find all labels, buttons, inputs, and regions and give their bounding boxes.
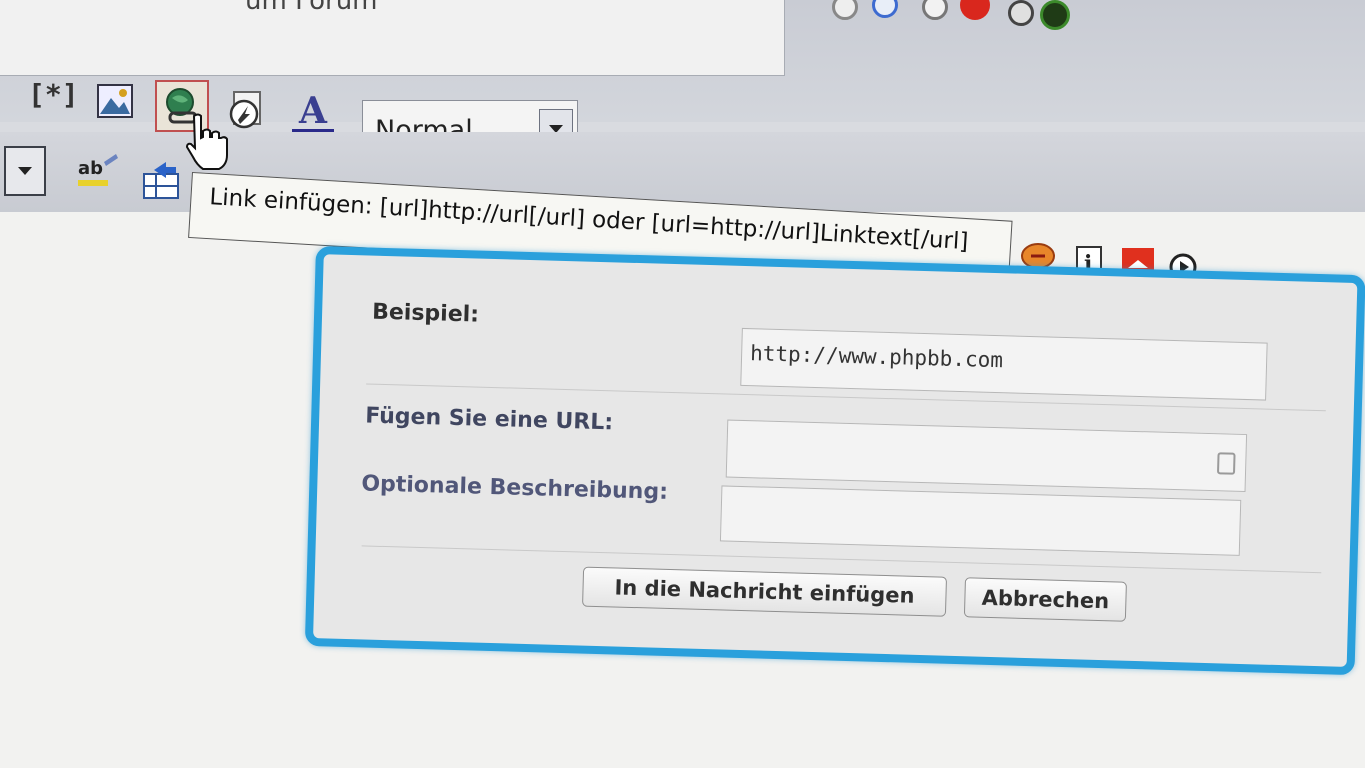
image-icon xyxy=(97,84,133,118)
description-input[interactable] xyxy=(719,485,1242,556)
font-color-icon: A xyxy=(299,90,327,132)
url-input[interactable] xyxy=(725,419,1248,493)
url-label: Fügen Sie eine URL: xyxy=(364,403,614,436)
insert-table-icon xyxy=(143,162,179,199)
insert-button[interactable]: In die Nachricht einfügen xyxy=(582,566,948,617)
svg-text:ab: ab xyxy=(78,158,103,179)
flash-icon xyxy=(229,91,261,129)
cancel-button[interactable]: Abbrechen xyxy=(963,577,1127,622)
list-item-button[interactable]: [*] xyxy=(28,78,79,111)
green-smiley-icon[interactable] xyxy=(1040,0,1070,30)
description-label: Optionale Beschreibung: xyxy=(361,471,669,505)
flash-button[interactable] xyxy=(226,90,266,132)
hand-cursor-icon xyxy=(185,113,228,170)
spellcheck-icon: ab xyxy=(78,154,118,186)
password-manager-icon[interactable] xyxy=(1216,452,1236,475)
insert-link-dialog: Beispiel: http://www.phpbb.com Fügen Sie… xyxy=(304,246,1365,676)
chevron-down-icon xyxy=(18,167,32,175)
font-color-button[interactable]: A xyxy=(291,92,335,136)
dropdown-button[interactable] xyxy=(4,146,46,196)
spellcheck-button[interactable]: ab xyxy=(76,152,120,192)
image-button[interactable] xyxy=(97,84,133,118)
example-label: Beispiel: xyxy=(371,299,480,328)
example-field: http://www.phpbb.com xyxy=(740,327,1268,401)
insert-table-button[interactable] xyxy=(140,160,184,202)
grey-smiley-icon[interactable] xyxy=(1008,0,1034,26)
subject-text: um Forum xyxy=(245,0,378,16)
subject-input[interactable]: um Forum xyxy=(0,0,785,76)
